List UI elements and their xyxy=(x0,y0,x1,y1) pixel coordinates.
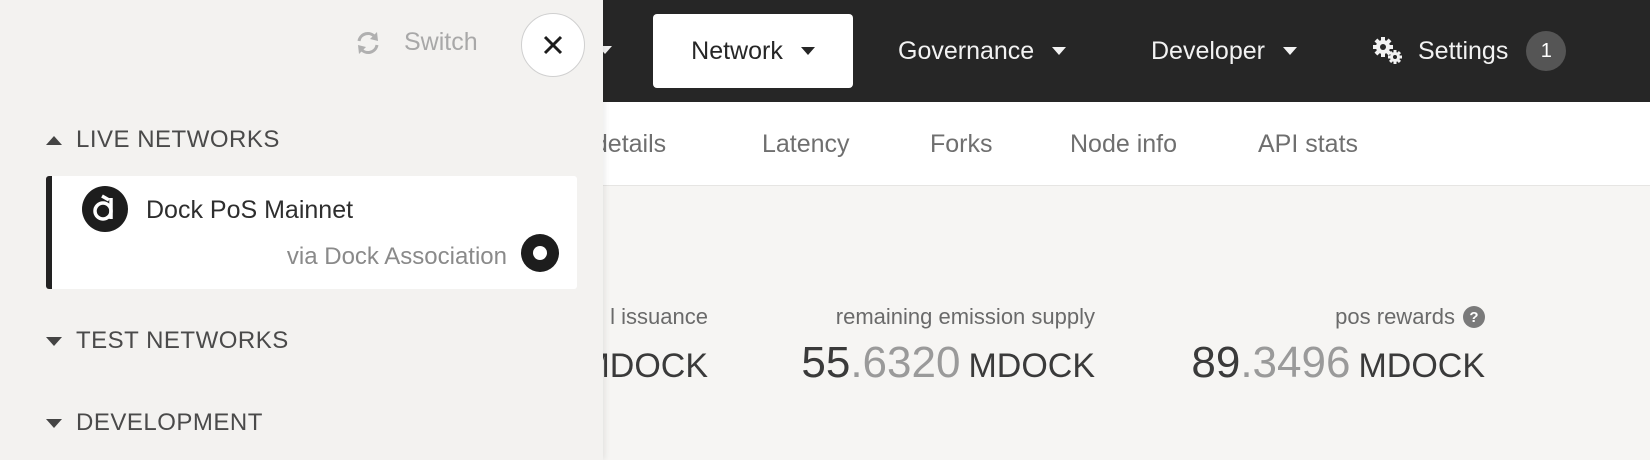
caret-up-icon xyxy=(46,135,62,145)
tab-node-info[interactable]: Node info xyxy=(1070,130,1177,159)
network-name: Dock PoS Mainnet xyxy=(146,196,354,224)
stat-remaining-emission: remaining emission supply 55.6320 MDOCK xyxy=(780,304,1095,387)
nav-network-label: Network xyxy=(691,36,783,65)
settings-count-badge: 1 xyxy=(1526,31,1567,71)
group-label: DEVELOPMENT xyxy=(76,409,263,436)
switch-label: Switch xyxy=(404,28,478,56)
refresh-icon xyxy=(357,31,379,54)
network-provider: via Dock Association xyxy=(286,243,507,270)
close-icon xyxy=(543,35,563,55)
network-selector-panel: Switch LIVE NETWORKS Dock PoS Mainnet vi… xyxy=(0,0,603,460)
help-icon[interactable]: ? xyxy=(1463,306,1485,328)
gears-icon xyxy=(1372,36,1404,66)
nav-network[interactable]: Network xyxy=(653,14,853,88)
nav-governance-label: Governance xyxy=(898,36,1035,65)
stat-label-row: pos rewards ? xyxy=(1335,304,1485,330)
stat-label: l issuance xyxy=(610,304,708,329)
tab-latency[interactable]: Latency xyxy=(762,130,850,159)
tab-api-stats[interactable]: API stats xyxy=(1258,130,1358,159)
dock-logo-icon xyxy=(82,186,128,232)
stat-value: 89.3496 MDOCK xyxy=(1191,338,1485,388)
nav-developer-label: Developer xyxy=(1151,36,1265,65)
stat-label: pos rewards xyxy=(1335,304,1455,329)
caret-down-icon xyxy=(46,336,62,346)
stat-value-int: 55 xyxy=(801,338,851,387)
group-development[interactable]: DEVELOPMENT xyxy=(46,409,263,437)
nav-settings-label: Settings xyxy=(1418,36,1509,65)
group-test-networks[interactable]: TEST NETWORKS xyxy=(46,327,289,355)
stat-label: remaining emission supply xyxy=(835,304,1095,329)
chevron-down-icon xyxy=(1052,47,1067,55)
close-button[interactable] xyxy=(521,13,585,77)
stat-value-frac: .3496 xyxy=(1240,338,1351,387)
stat-value-frac: .6320 xyxy=(850,338,961,387)
group-label: LIVE NETWORKS xyxy=(76,126,280,153)
chevron-down-icon xyxy=(1282,47,1297,55)
stat-unit: MDOCK xyxy=(968,347,1095,385)
tab-forks[interactable]: Forks xyxy=(930,130,993,159)
stat-value-int: 89 xyxy=(1191,338,1241,387)
nav-settings[interactable]: Settings 1 xyxy=(1372,14,1567,88)
selected-radio[interactable] xyxy=(521,234,559,272)
group-label: TEST NETWORKS xyxy=(76,327,289,354)
stat-pos-rewards: pos rewards ? 89.3496 MDOCK xyxy=(1160,304,1485,387)
nav-developer[interactable]: Developer xyxy=(1151,14,1297,88)
group-live-networks[interactable]: LIVE NETWORKS xyxy=(46,126,280,154)
nav-governance[interactable]: Governance xyxy=(898,14,1067,88)
switch-button[interactable]: Switch xyxy=(354,28,478,57)
chevron-down-icon xyxy=(800,47,815,55)
caret-down-icon xyxy=(46,418,62,428)
stat-value: 55.6320 MDOCK xyxy=(801,338,1095,388)
stat-unit: MDOCK xyxy=(1358,347,1485,385)
network-item-dock-pos-mainnet[interactable]: Dock PoS Mainnet via Dock Association xyxy=(46,176,577,289)
